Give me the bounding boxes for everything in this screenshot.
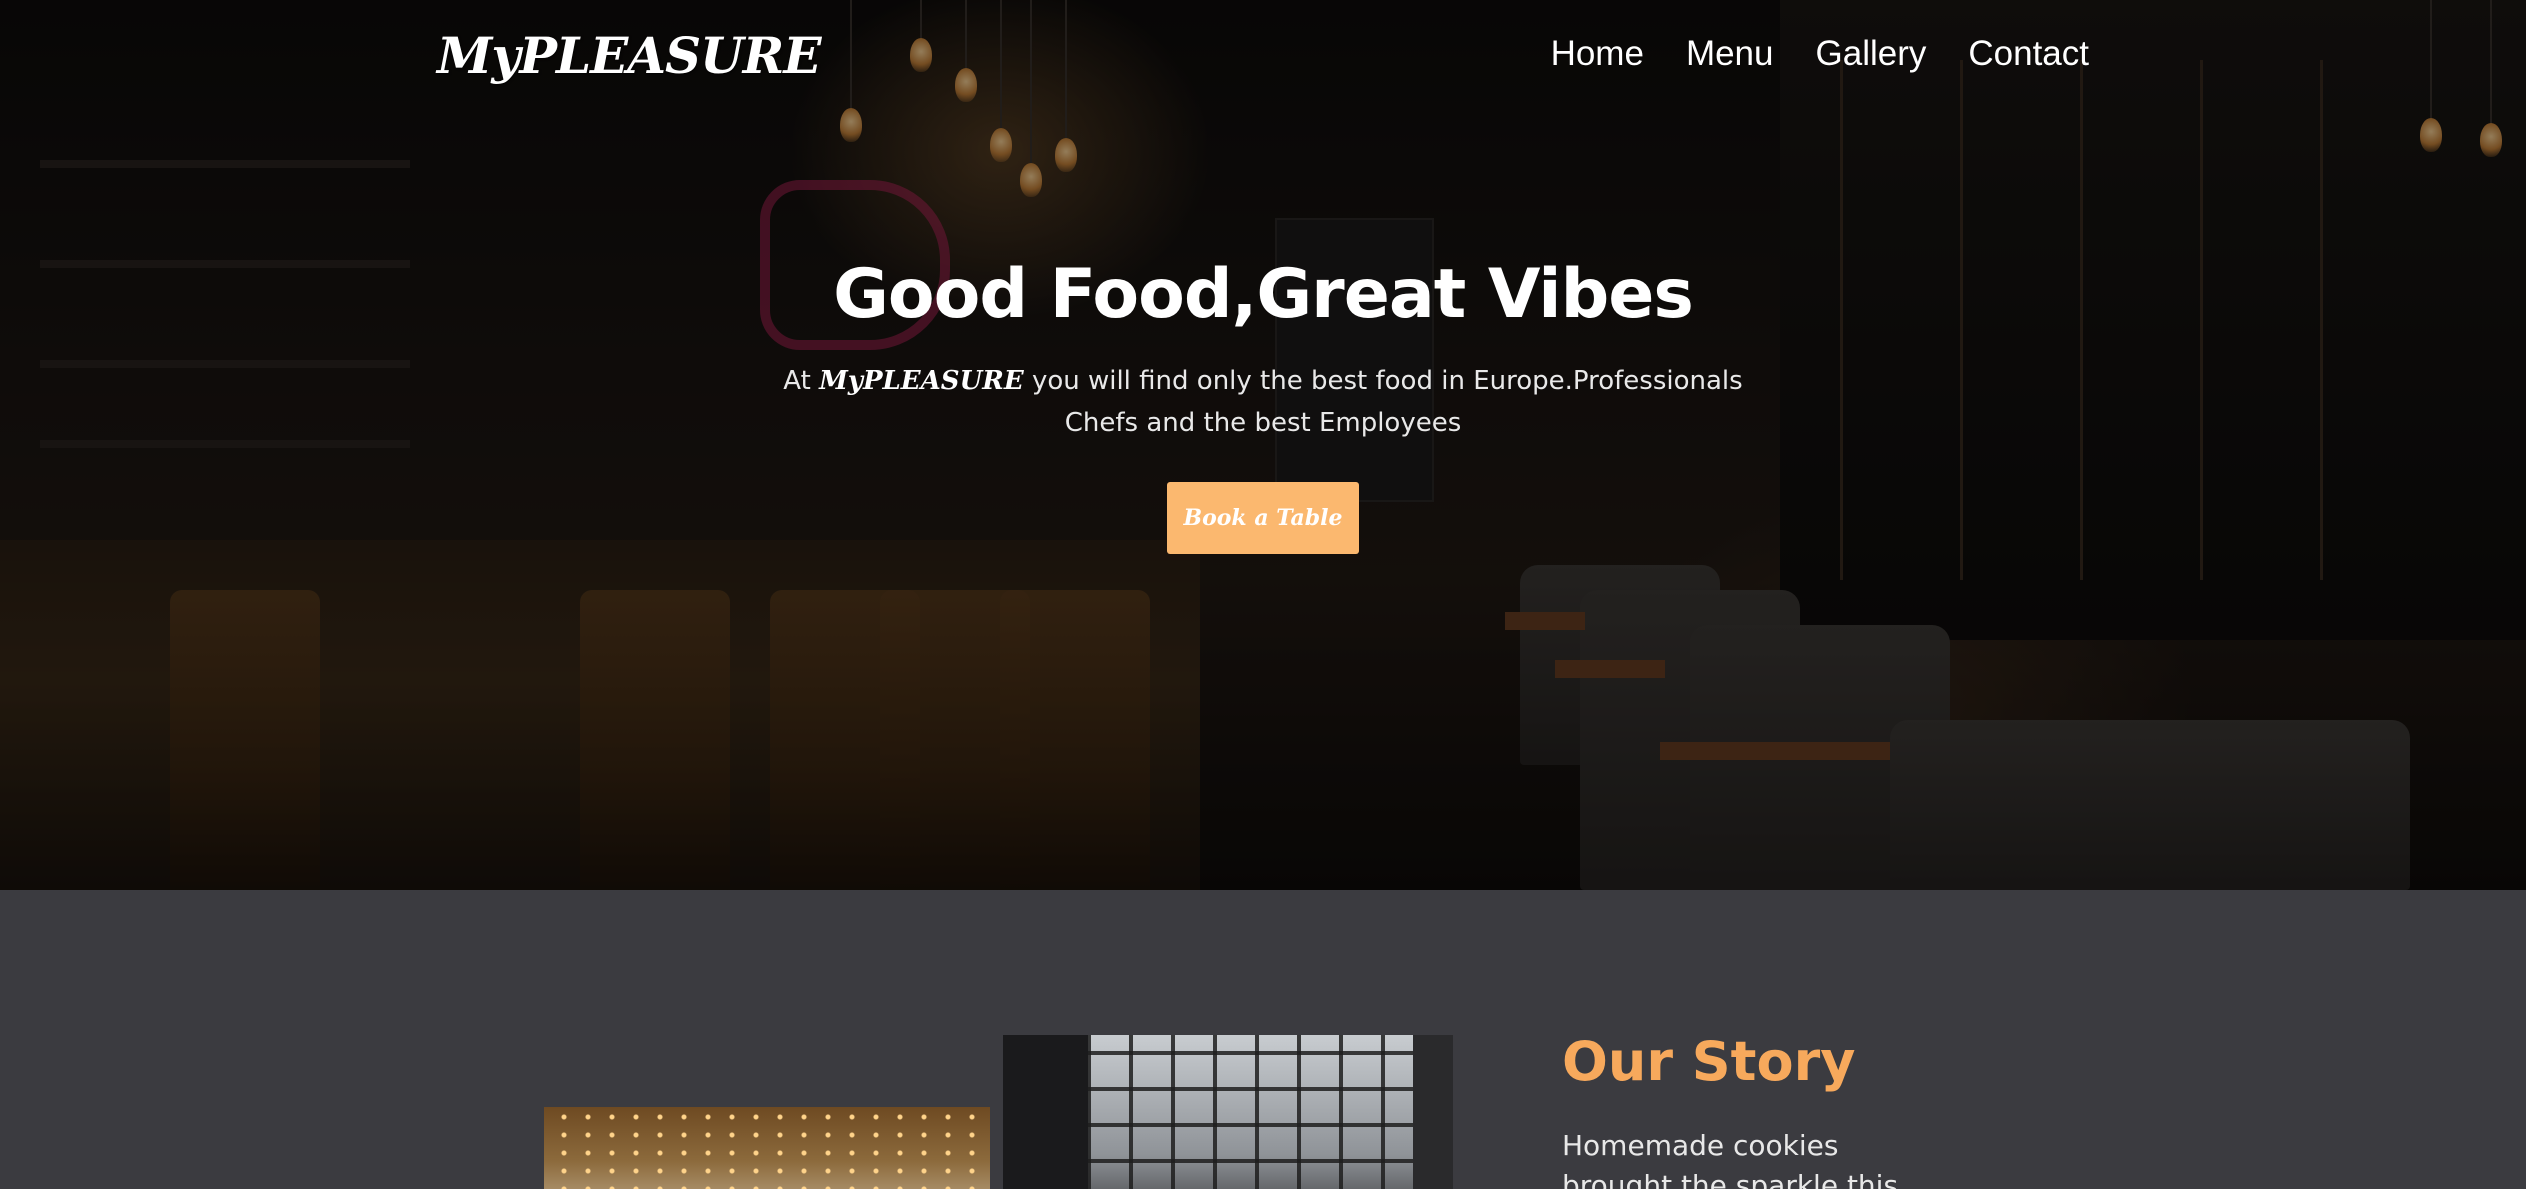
site-logo[interactable]: MyPLEASURE	[437, 26, 821, 85]
dining-room-window-image	[1003, 1035, 1453, 1189]
hero-subtitle-brand: MyPLEASURE	[819, 366, 1024, 396]
hero-title: Good Food,Great Vibes	[833, 255, 1694, 334]
hero-subtitle-prefix: At	[783, 366, 811, 396]
hero-subtitle: At MyPLEASURE you will find only the bes…	[773, 360, 1753, 444]
nav-link-gallery[interactable]: Gallery	[1816, 34, 1927, 74]
nav-link-menu[interactable]: Menu	[1686, 34, 1774, 74]
book-table-button[interactable]: Book a Table	[1167, 482, 1359, 554]
hero-subtitle-text: you will find only the best food in Euro…	[1031, 366, 1743, 438]
nav-link-contact[interactable]: Contact	[1968, 34, 2089, 74]
nav-links: Home Menu Gallery Contact	[1551, 34, 2089, 74]
nav-link-home[interactable]: Home	[1551, 34, 1644, 74]
top-nav: MyPLEASURE Home Menu Gallery Contact	[0, 0, 2526, 120]
our-story-section: Our Story Homemade cookies brought the s…	[0, 890, 2526, 1189]
story-text: Homemade cookies brought the sparkle thi…	[1562, 1129, 1899, 1189]
story-title: Our Story	[1562, 1030, 1856, 1093]
hero-section: MyPLEASURE Home Menu Gallery Contact Goo…	[0, 0, 2526, 890]
hero-content: Good Food,Great Vibes At MyPLEASURE you …	[0, 255, 2526, 554]
restaurant-interior-image	[544, 1107, 990, 1189]
